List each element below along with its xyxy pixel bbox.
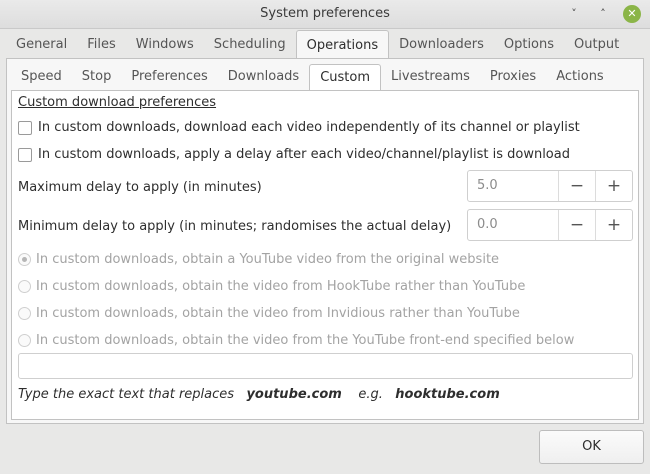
hint-example: hooktube.com xyxy=(395,387,500,402)
delay-checkbox-label[interactable]: In custom downloads, apply a delay after… xyxy=(38,147,570,162)
radio-hooktube-row[interactable]: In custom downloads, obtain the video fr… xyxy=(18,279,525,294)
title-bar[interactable]: System preferences ˅ ˄ ✕ xyxy=(0,0,650,29)
frontend-hint: Type the exact text that replaces youtub… xyxy=(18,387,500,402)
tab-windows[interactable]: Windows xyxy=(126,30,204,58)
radio-invidious-label[interactable]: In custom downloads, obtain the video fr… xyxy=(36,306,520,321)
max-delay-row: Maximum delay to apply (in minutes) xyxy=(18,180,262,195)
radio-invidious-row[interactable]: In custom downloads, obtain the video fr… xyxy=(18,306,520,321)
max-delay-input[interactable]: 5.0 xyxy=(468,171,558,201)
min-delay-increment-button[interactable]: + xyxy=(595,210,632,240)
tab-output[interactable]: Output xyxy=(564,30,629,58)
tab-actions[interactable]: Actions xyxy=(546,64,614,90)
tab-operations[interactable]: Operations xyxy=(295,30,390,59)
ok-button[interactable]: OK xyxy=(539,430,644,464)
tab-speed[interactable]: Speed xyxy=(11,64,72,90)
radio-original-label[interactable]: In custom downloads, obtain a YouTube vi… xyxy=(36,252,499,267)
min-delay-row: Minimum delay to apply (in minutes; rand… xyxy=(18,219,451,234)
radio-frontend-row[interactable]: In custom downloads, obtain the video fr… xyxy=(18,333,574,348)
operations-panel: Speed Stop Preferences Downloads Custom … xyxy=(6,58,644,424)
close-icon[interactable]: ✕ xyxy=(623,5,641,23)
custom-panel: Custom download preferences In custom do… xyxy=(11,90,639,420)
radio-original-row[interactable]: In custom downloads, obtain a YouTube vi… xyxy=(18,252,499,267)
delay-checkbox[interactable] xyxy=(18,147,32,162)
hint-prefix: Type the exact text that replaces xyxy=(18,387,235,402)
hint-domain: youtube.com xyxy=(246,387,342,402)
independent-checkbox-label[interactable]: In custom downloads, download each video… xyxy=(38,120,580,135)
tab-downloaders[interactable]: Downloaders xyxy=(389,30,494,58)
preferences-window: System preferences ˅ ˄ ✕ General Files W… xyxy=(0,0,650,474)
hint-eg: e.g. xyxy=(358,387,383,402)
independent-checkbox-row[interactable]: In custom downloads, download each video… xyxy=(18,120,580,135)
radio-frontend[interactable] xyxy=(18,334,31,347)
section-title: Custom download preferences xyxy=(18,95,217,110)
tab-downloads[interactable]: Downloads xyxy=(218,64,309,90)
minimize-icon[interactable]: ˅ xyxy=(565,5,583,23)
maximize-icon[interactable]: ˄ xyxy=(594,5,612,23)
radio-invidious[interactable] xyxy=(18,307,31,320)
radio-original[interactable] xyxy=(18,253,31,266)
window-title: System preferences xyxy=(260,6,390,21)
radio-frontend-label[interactable]: In custom downloads, obtain the video fr… xyxy=(36,333,574,348)
sub-tab-bar: Speed Stop Preferences Downloads Custom … xyxy=(11,64,614,91)
min-delay-input[interactable]: 0.0 xyxy=(468,210,558,240)
independent-checkbox[interactable] xyxy=(18,120,32,135)
max-delay-increment-button[interactable]: + xyxy=(595,171,632,201)
tab-scheduling[interactable]: Scheduling xyxy=(204,30,296,58)
max-delay-decrement-button[interactable]: − xyxy=(558,171,595,201)
max-delay-spinner[interactable]: 5.0 − + xyxy=(467,170,633,202)
frontend-input[interactable] xyxy=(18,353,633,379)
tab-proxies[interactable]: Proxies xyxy=(480,64,546,90)
main-tab-bar: General Files Windows Scheduling Operati… xyxy=(6,30,629,59)
tab-options[interactable]: Options xyxy=(494,30,564,58)
tab-stop[interactable]: Stop xyxy=(72,64,122,90)
tab-preferences[interactable]: Preferences xyxy=(121,64,217,90)
tab-livestreams[interactable]: Livestreams xyxy=(381,64,480,90)
min-delay-spinner[interactable]: 0.0 − + xyxy=(467,209,633,241)
min-delay-decrement-button[interactable]: − xyxy=(558,210,595,240)
min-delay-label: Minimum delay to apply (in minutes; rand… xyxy=(18,219,452,234)
max-delay-label: Maximum delay to apply (in minutes) xyxy=(18,180,262,195)
radio-hooktube[interactable] xyxy=(18,280,31,293)
tab-custom[interactable]: Custom xyxy=(309,64,382,91)
tab-files[interactable]: Files xyxy=(77,30,126,58)
radio-hooktube-label[interactable]: In custom downloads, obtain the video fr… xyxy=(36,279,525,294)
delay-checkbox-row[interactable]: In custom downloads, apply a delay after… xyxy=(18,147,570,162)
tab-general[interactable]: General xyxy=(6,30,77,58)
